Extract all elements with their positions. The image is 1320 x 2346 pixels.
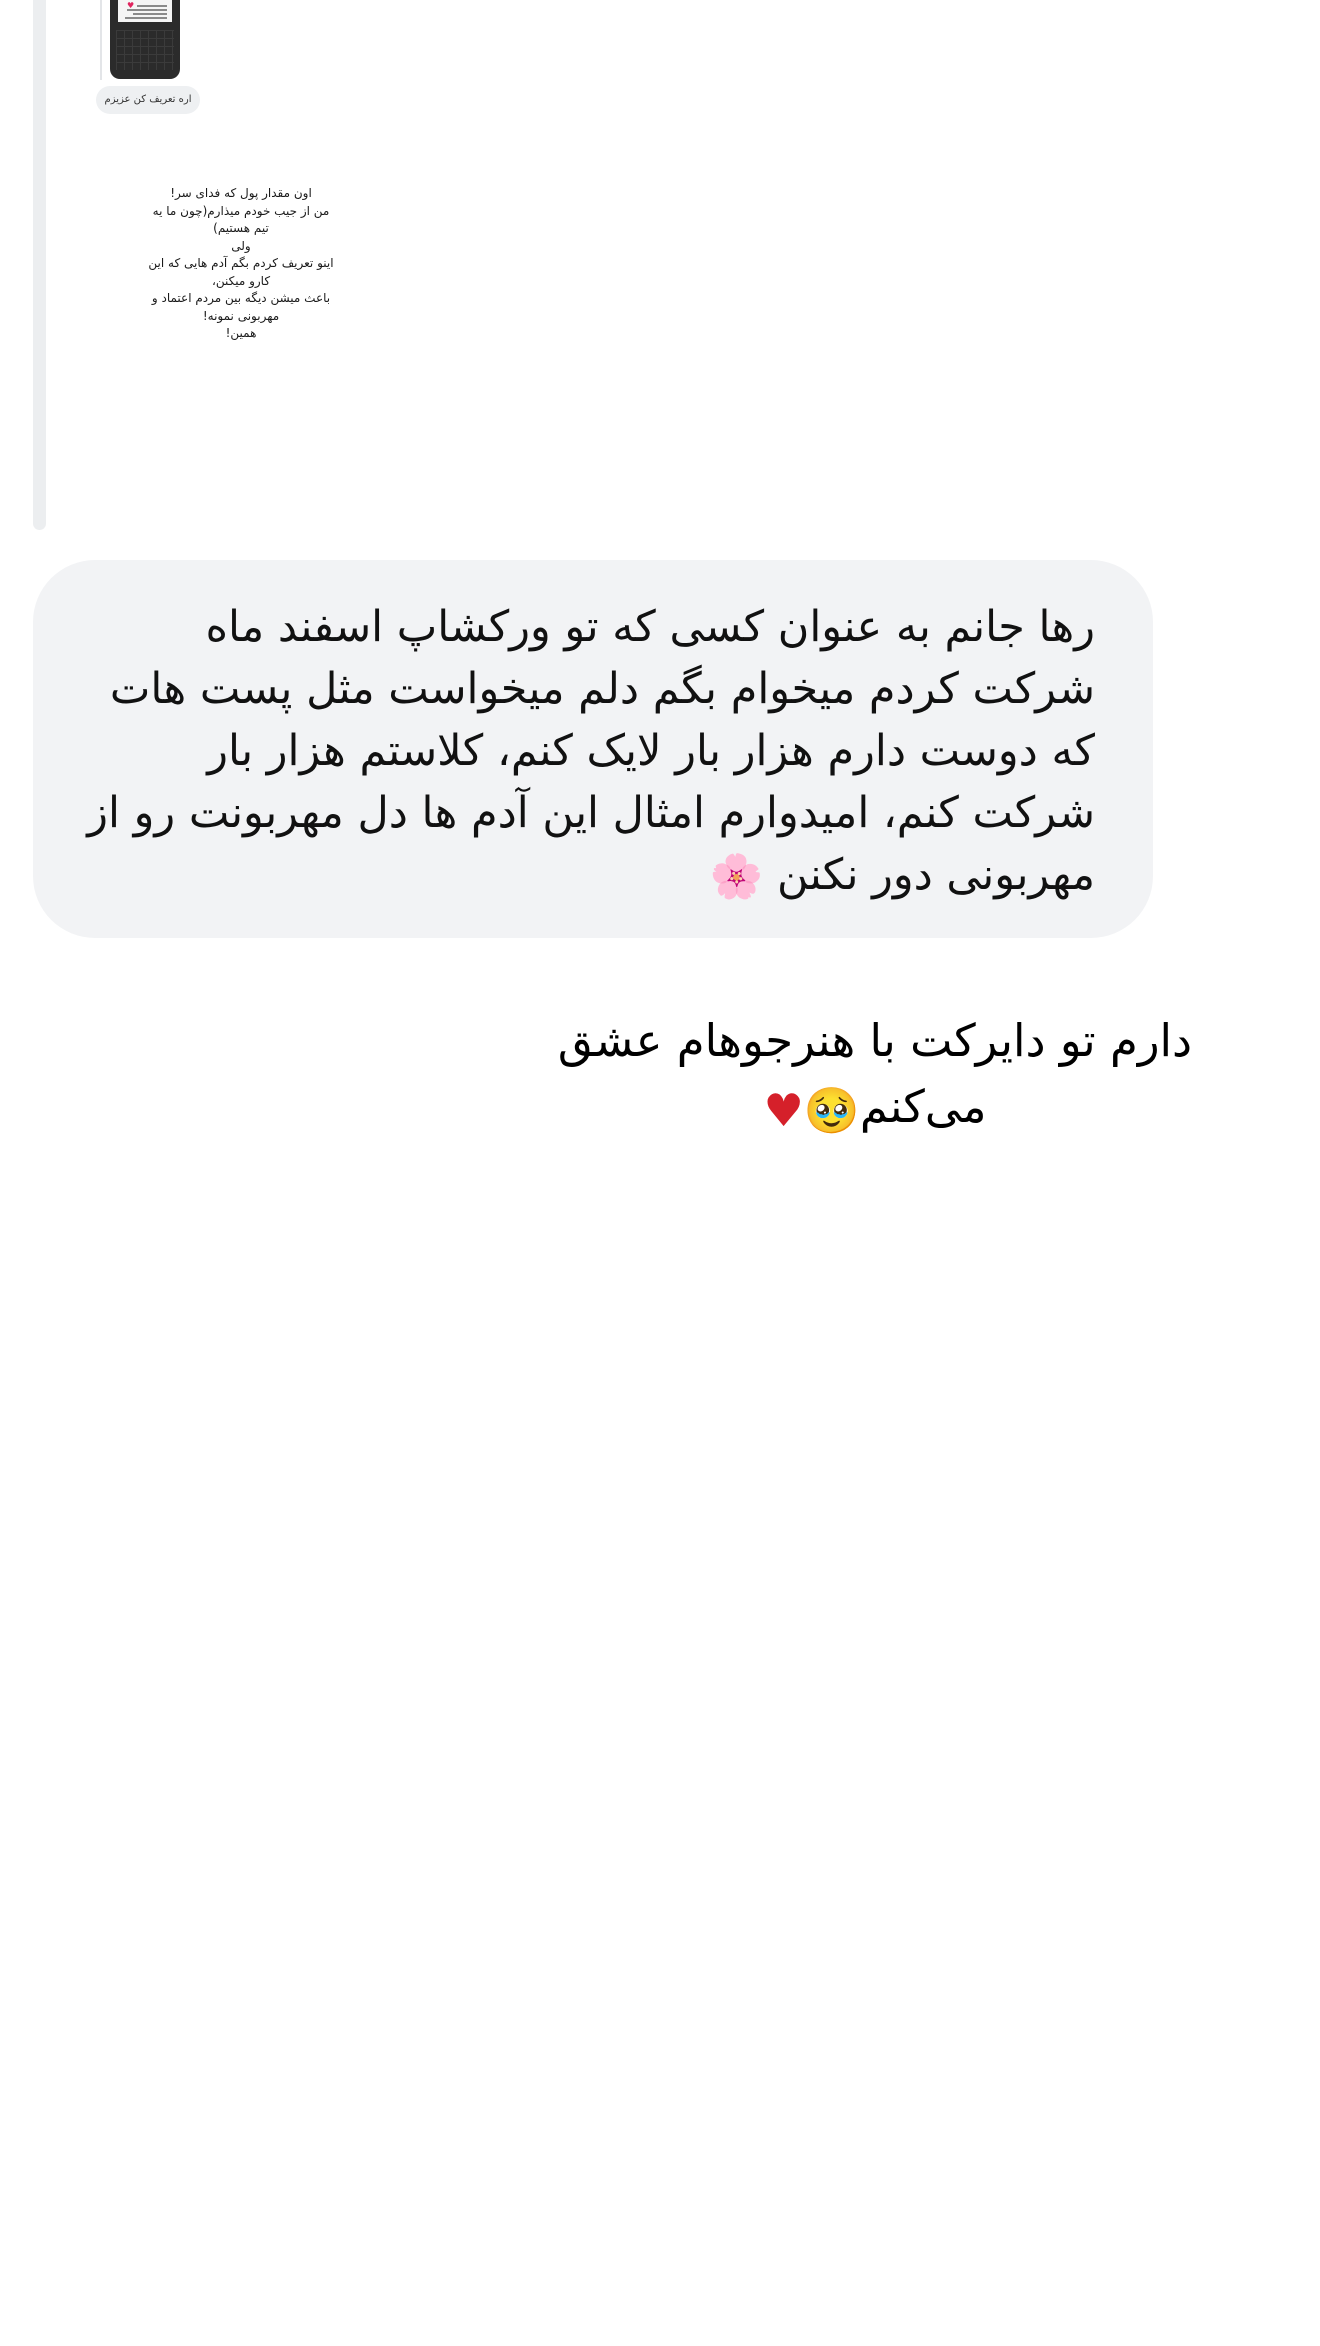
reply-thread-bar bbox=[33, 0, 46, 530]
shared-story-thumbnail[interactable]: ♥ bbox=[110, 0, 180, 79]
shared-story-text: اون مقدار پول که فدای سر! من از جیب خودم… bbox=[148, 186, 334, 340]
thumbnail-screen: ♥ bbox=[118, 0, 172, 22]
overlay-line-2: می‌کنم🥹♥ bbox=[500, 1074, 1250, 1140]
message-text: رها جانم به عنوان کسی که تو ورکشاپ اسفند… bbox=[87, 602, 1095, 900]
story-overlay-text: دارم تو دایرکت با هنرجوهام عشق می‌کنم🥹♥ bbox=[500, 1008, 1250, 1140]
story-caption: اره تعریف کن عزیزم bbox=[96, 86, 200, 114]
overlay-line-2-text: می‌کنم bbox=[859, 1080, 987, 1133]
red-heart-emoji-icon: ♥ bbox=[763, 1083, 804, 1137]
pleading-face-emoji-icon: 🥹 bbox=[803, 1083, 860, 1137]
overlay-line-1: دارم تو دایرکت با هنرجوهام عشق bbox=[557, 1014, 1193, 1067]
keyboard-graphic bbox=[116, 30, 174, 70]
flower-emoji-icon: 🌸 bbox=[709, 852, 764, 902]
message-bubble[interactable]: رها جانم به عنوان کسی که تو ورکشاپ اسفند… bbox=[33, 560, 1153, 938]
